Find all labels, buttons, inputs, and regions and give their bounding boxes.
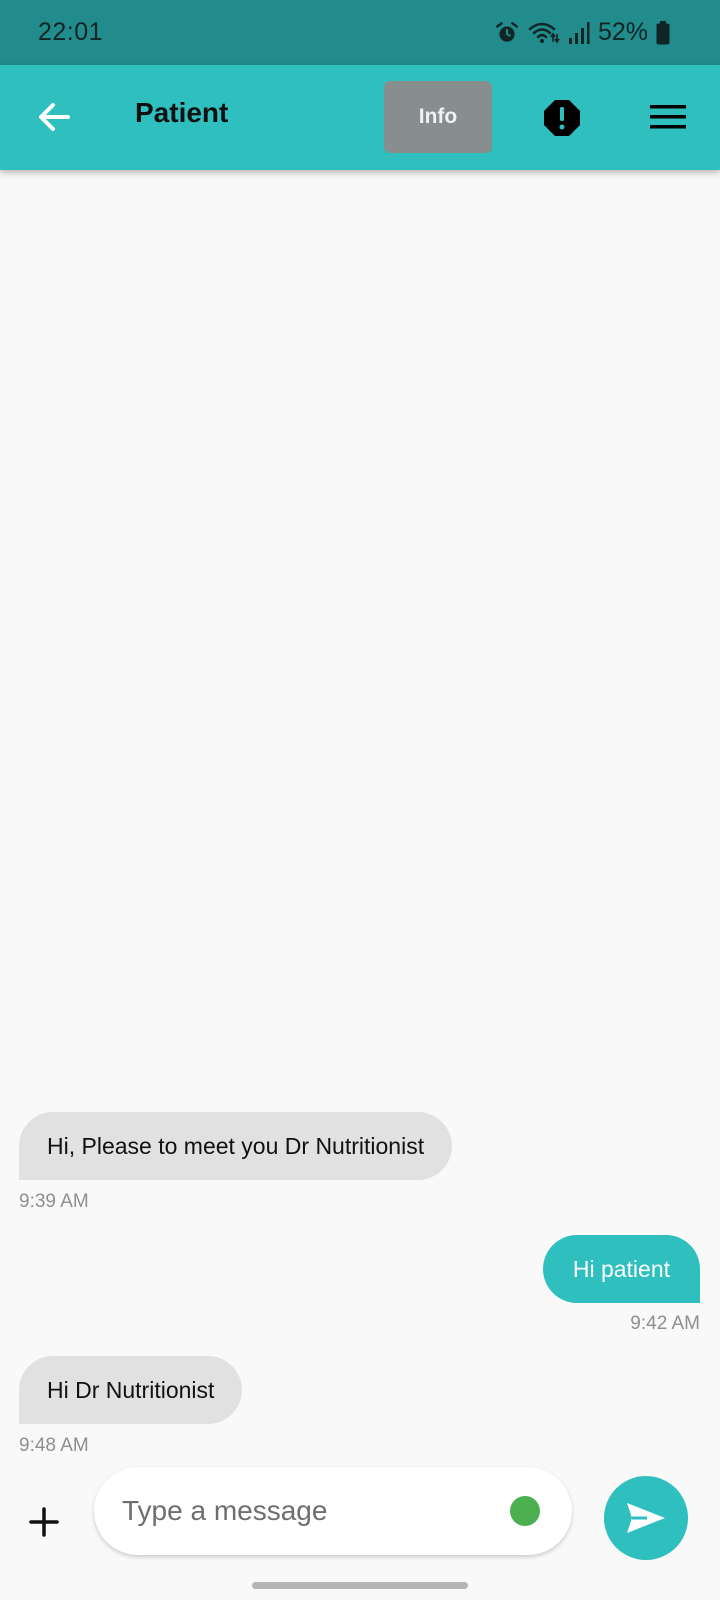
message-bubble-incoming[interactable]: Hi, Please to meet you Dr Nutritionist (19, 1112, 453, 1180)
status-bar: 22:01 52% (0, 0, 720, 65)
plus-icon (29, 1507, 59, 1537)
signal-icon (568, 21, 590, 44)
message-timestamp: 9:39 AM (19, 1191, 89, 1212)
message-list[interactable]: Hi, Please to meet you Dr Nutritionist 9… (0, 170, 720, 1456)
alarm-icon (496, 21, 518, 42)
attach-button[interactable] (27, 1505, 61, 1539)
back-arrow-icon (39, 103, 70, 131)
status-icons: 52% (494, 18, 670, 47)
hamburger-menu-icon (650, 105, 686, 129)
menu-button[interactable] (650, 103, 686, 131)
page-title: Patient (135, 97, 229, 128)
info-button[interactable]: Info (384, 81, 492, 153)
message-bubble-outgoing[interactable]: Hi patient (542, 1235, 700, 1303)
message-composer (0, 1460, 720, 1570)
alert-button[interactable] (543, 99, 581, 137)
message-input[interactable] (122, 1495, 482, 1527)
alert-octagon-icon (544, 100, 580, 136)
message-input-container[interactable] (94, 1467, 572, 1555)
back-button[interactable] (34, 97, 74, 137)
status-time: 22:01 (38, 18, 104, 46)
wifi-icon (528, 22, 560, 43)
presence-dot-icon (510, 1496, 540, 1526)
home-indicator[interactable] (252, 1582, 468, 1589)
message-timestamp: 9:48 AM (19, 1435, 89, 1456)
battery-icon (656, 20, 670, 44)
message-bubble-incoming[interactable]: Hi Dr Nutritionist (19, 1356, 243, 1424)
battery-percentage: 52% (597, 18, 648, 46)
app-bar: Patient Info (0, 65, 720, 170)
message-timestamp: 9:42 AM (630, 1313, 700, 1334)
send-button[interactable] (604, 1476, 688, 1560)
chat-screen: 22:01 52% Patient Info Hi, Please to mee… (0, 0, 720, 1600)
send-icon (627, 1503, 665, 1533)
